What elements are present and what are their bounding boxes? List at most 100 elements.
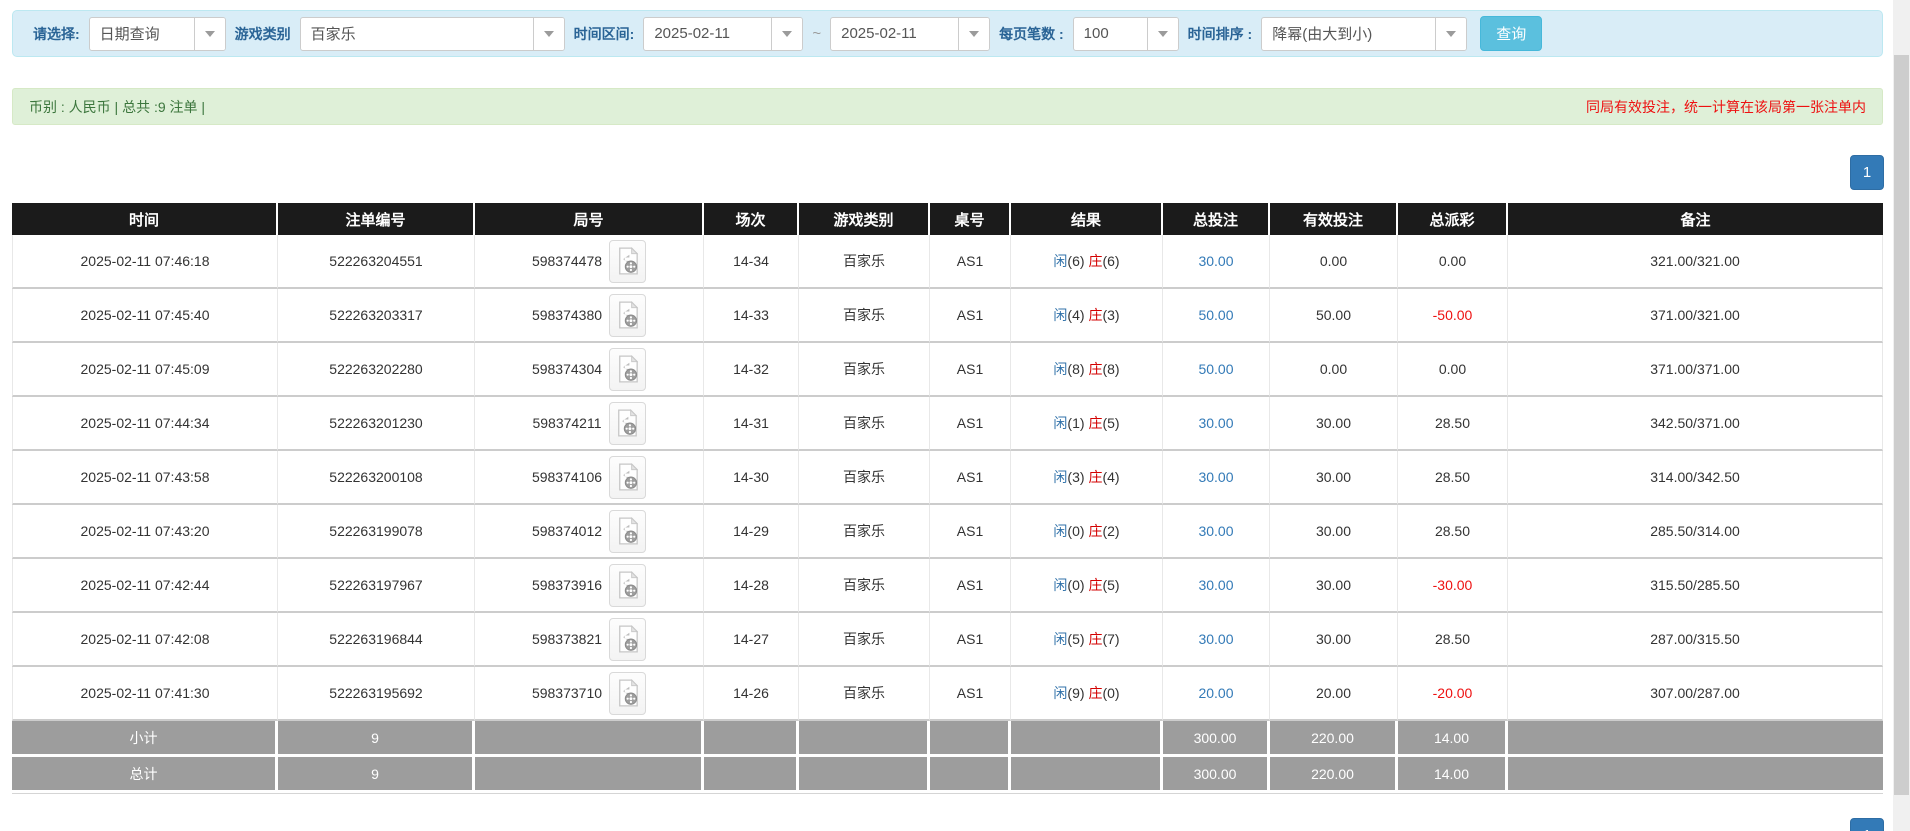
column-header: 场次 (704, 203, 799, 235)
cell-total-bet: 30.00 (1163, 613, 1270, 667)
cell-game: 百家乐 (799, 667, 930, 721)
cell-total-bet: 30.00 (1163, 397, 1270, 451)
total-bet-link[interactable]: 30.00 (1198, 469, 1233, 485)
cell-round: 598373821 (475, 613, 704, 667)
video-replay-button[interactable] (608, 401, 646, 445)
cell-session: 14-31 (704, 397, 799, 451)
summary-cell: 总计 (12, 757, 278, 793)
video-replay-button[interactable] (609, 509, 647, 553)
banker-result: 庄 (1088, 523, 1103, 539)
cell-game: 百家乐 (799, 559, 930, 613)
cell-valid-bet: 30.00 (1270, 613, 1398, 667)
same-round-note: 同局有效投注，统一计算在该局第一张注单内 (1586, 98, 1866, 115)
total-bet-link[interactable]: 50.00 (1198, 361, 1233, 377)
table-body: 2025-02-11 07:46:18 522263204551 598374478… (12, 235, 1883, 793)
cell-result: 闲(4) 庄(3) (1011, 289, 1163, 343)
cell-table-no: AS1 (930, 397, 1011, 451)
total-bet-link[interactable]: 30.00 (1198, 523, 1233, 539)
banker-result: 庄 (1088, 361, 1103, 377)
time-range-label: 时间区间: (573, 25, 635, 42)
total-bet-link[interactable]: 30.00 (1198, 631, 1233, 647)
query-type-select[interactable]: 日期查询 (88, 16, 226, 51)
video-replay-icon (618, 409, 638, 437)
cell-result: 闲(0) 庄(5) (1011, 559, 1163, 613)
video-replay-icon (618, 301, 638, 329)
cell-session: 14-26 (704, 667, 799, 721)
cell-result: 闲(5) 庄(7) (1011, 613, 1163, 667)
cell-valid-bet: 30.00 (1270, 451, 1398, 505)
summary-cell (930, 757, 1011, 793)
video-replay-button[interactable] (609, 455, 647, 499)
cell-time: 2025-02-11 07:42:08 (12, 613, 278, 667)
video-replay-button[interactable] (609, 671, 647, 715)
cell-session: 14-28 (704, 559, 799, 613)
cell-bet-id: 522263202280 (278, 343, 475, 397)
pagination-page-1-bottom[interactable]: 1 (1850, 818, 1884, 831)
cell-game: 百家乐 (799, 505, 930, 559)
player-result: 闲 (1053, 253, 1068, 269)
cell-table-no: AS1 (930, 289, 1011, 343)
video-replay-button[interactable] (609, 239, 647, 283)
vertical-scrollbar[interactable] (1893, 0, 1910, 831)
pagination-page-1-top[interactable]: 1 (1850, 155, 1884, 190)
cell-result: 闲(9) 庄(0) (1011, 667, 1163, 721)
total-bet-link[interactable]: 20.00 (1198, 685, 1233, 701)
cell-payout: -20.00 (1398, 667, 1508, 721)
cell-bet-id: 522263200108 (278, 451, 475, 505)
scrollbar-thumb[interactable] (1894, 55, 1909, 795)
player-result: 闲 (1053, 469, 1068, 485)
video-replay-button[interactable] (609, 293, 647, 337)
table-row: 2025-02-11 07:44:34 522263201230 598374211… (12, 397, 1883, 451)
cell-time: 2025-02-11 07:44:34 (12, 397, 278, 451)
banker-result: 庄 (1088, 307, 1103, 323)
cell-session: 14-34 (704, 235, 799, 289)
cell-round: 598374012 (475, 505, 704, 559)
time-sort-value: 降幂(由大到小) (1272, 26, 1373, 43)
table-row: 2025-02-11 07:45:09 522263202280 598374304… (12, 343, 1883, 397)
table-row: 2025-02-11 07:46:18 522263204551 598374478… (12, 235, 1883, 289)
cell-valid-bet: 30.00 (1270, 559, 1398, 613)
cell-table-no: AS1 (930, 667, 1011, 721)
cell-table-no: AS1 (930, 451, 1011, 505)
per-page-select[interactable]: 100 (1072, 16, 1179, 51)
summary-cell (704, 721, 799, 757)
player-result: 闲 (1053, 685, 1068, 701)
cell-time: 2025-02-11 07:43:58 (12, 451, 278, 505)
chevron-down-icon (193, 17, 225, 50)
summary-cell (1508, 721, 1883, 757)
total-bet-link[interactable]: 30.00 (1198, 253, 1233, 269)
summary-cell: 300.00 (1163, 721, 1270, 757)
player-result: 闲 (1053, 415, 1068, 431)
column-header: 备注 (1508, 203, 1883, 235)
cell-remark: 285.50/314.00 (1508, 505, 1883, 559)
cell-session: 14-30 (704, 451, 799, 505)
summary-cell: 9 (278, 757, 475, 793)
search-button[interactable]: 查询 (1480, 16, 1543, 51)
round-number: 598374211 (532, 415, 602, 431)
range-separator: ~ (812, 25, 822, 42)
video-replay-icon (618, 355, 638, 383)
per-page-value: 100 (1083, 25, 1109, 42)
game-type-value: 百家乐 (310, 26, 356, 43)
cell-bet-id: 522263197967 (278, 559, 475, 613)
video-replay-button[interactable] (609, 347, 647, 391)
summary-cell: 14.00 (1398, 757, 1508, 793)
cell-table-no: AS1 (930, 343, 1011, 397)
total-bet-link[interactable]: 30.00 (1198, 415, 1233, 431)
cell-table-no: AS1 (930, 613, 1011, 667)
date-to-value: 2025-02-11 (841, 25, 917, 42)
column-header: 桌号 (930, 203, 1011, 235)
total-bet-link[interactable]: 30.00 (1198, 577, 1233, 593)
video-replay-button[interactable] (609, 563, 647, 607)
time-sort-select[interactable]: 降幂(由大到小) (1261, 16, 1468, 51)
game-type-select[interactable]: 百家乐 (299, 16, 565, 51)
table-bottom-border (12, 793, 1883, 794)
video-replay-button[interactable] (609, 617, 647, 661)
cell-bet-id: 522263199078 (278, 505, 475, 559)
cell-session: 14-33 (704, 289, 799, 343)
cell-payout: -30.00 (1398, 559, 1508, 613)
cell-time: 2025-02-11 07:45:09 (12, 343, 278, 397)
total-bet-link[interactable]: 50.00 (1198, 307, 1233, 323)
date-to-select[interactable]: 2025-02-11 (830, 16, 991, 51)
date-from-select[interactable]: 2025-02-11 (643, 16, 804, 51)
